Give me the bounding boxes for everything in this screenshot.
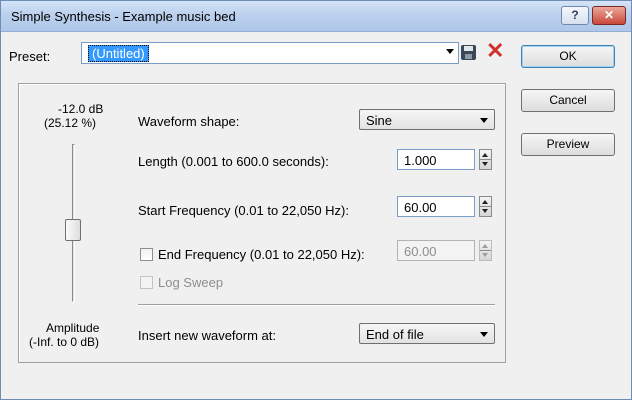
amplitude-percent-value: (25.12 %) bbox=[44, 116, 97, 130]
amplitude-slider-thumb[interactable] bbox=[65, 218, 81, 241]
end-frequency-label: End Frequency (0.01 to 22,050 Hz): bbox=[158, 247, 365, 262]
end-frequency-checkbox[interactable] bbox=[140, 248, 153, 261]
insert-waveform-select[interactable]: End of file bbox=[359, 323, 495, 344]
end-frequency-spinner[interactable] bbox=[479, 240, 492, 261]
chevron-down-icon[interactable] bbox=[480, 118, 488, 123]
spin-up-icon[interactable] bbox=[482, 244, 488, 248]
amplitude-db-value: -12.0 dB bbox=[58, 102, 104, 116]
spinner-divider bbox=[480, 159, 491, 160]
spin-down-icon[interactable] bbox=[482, 253, 488, 257]
simple-synthesis-dialog: Simple Synthesis - Example music bed ? ✕… bbox=[0, 0, 632, 400]
help-button[interactable]: ? bbox=[561, 6, 589, 25]
spin-up-icon[interactable] bbox=[482, 200, 488, 204]
preview-button[interactable]: Preview bbox=[521, 133, 615, 156]
start-frequency-input[interactable]: 60.00 bbox=[397, 196, 475, 217]
log-sweep-label: Log Sweep bbox=[158, 275, 224, 290]
spinner-divider bbox=[480, 206, 491, 207]
preset-value[interactable]: (Untitled) bbox=[88, 45, 149, 62]
ok-button[interactable]: OK bbox=[521, 45, 615, 68]
length-label: Length (0.001 to 600.0 seconds): bbox=[138, 154, 329, 169]
start-frequency-label: Start Frequency (0.01 to 22,050 Hz): bbox=[138, 203, 349, 218]
spin-down-icon[interactable] bbox=[482, 209, 488, 213]
length-value: 1.000 bbox=[404, 153, 437, 168]
chevron-down-icon[interactable] bbox=[446, 49, 454, 54]
length-spinner[interactable] bbox=[479, 149, 492, 170]
chevron-down-icon[interactable] bbox=[480, 332, 488, 337]
insert-waveform-value: End of file bbox=[366, 327, 424, 342]
insert-waveform-label: Insert new waveform at: bbox=[138, 328, 276, 343]
amplitude-range-label: (-Inf. to 0 dB) bbox=[29, 335, 100, 349]
waveform-shape-select[interactable]: Sine bbox=[359, 109, 495, 130]
window-title: Simple Synthesis - Example music bed bbox=[11, 9, 236, 24]
amplitude-label: Amplitude bbox=[46, 321, 100, 335]
start-frequency-value: 60.00 bbox=[404, 200, 437, 215]
log-sweep-checkbox[interactable] bbox=[140, 276, 153, 289]
spin-down-icon[interactable] bbox=[482, 162, 488, 166]
waveform-shape-label: Waveform shape: bbox=[138, 114, 240, 129]
preset-label: Preset: bbox=[9, 49, 51, 64]
spinner-divider bbox=[480, 250, 491, 251]
delete-icon[interactable]: ✕ bbox=[486, 40, 504, 62]
waveform-shape-value: Sine bbox=[366, 113, 393, 128]
spin-up-icon[interactable] bbox=[482, 153, 488, 157]
end-frequency-input[interactable]: 60.00 bbox=[397, 240, 475, 261]
close-window-button[interactable]: ✕ bbox=[592, 6, 626, 25]
preset-combobox[interactable]: (Untitled) bbox=[81, 42, 459, 64]
cancel-button[interactable]: Cancel bbox=[521, 89, 615, 112]
save-icon[interactable] bbox=[461, 45, 476, 60]
start-frequency-spinner[interactable] bbox=[479, 196, 492, 217]
length-input[interactable]: 1.000 bbox=[397, 149, 475, 170]
end-frequency-value: 60.00 bbox=[404, 244, 437, 259]
divider bbox=[138, 304, 495, 306]
title-bar[interactable]: Simple Synthesis - Example music bed ? ✕ bbox=[1, 1, 631, 32]
